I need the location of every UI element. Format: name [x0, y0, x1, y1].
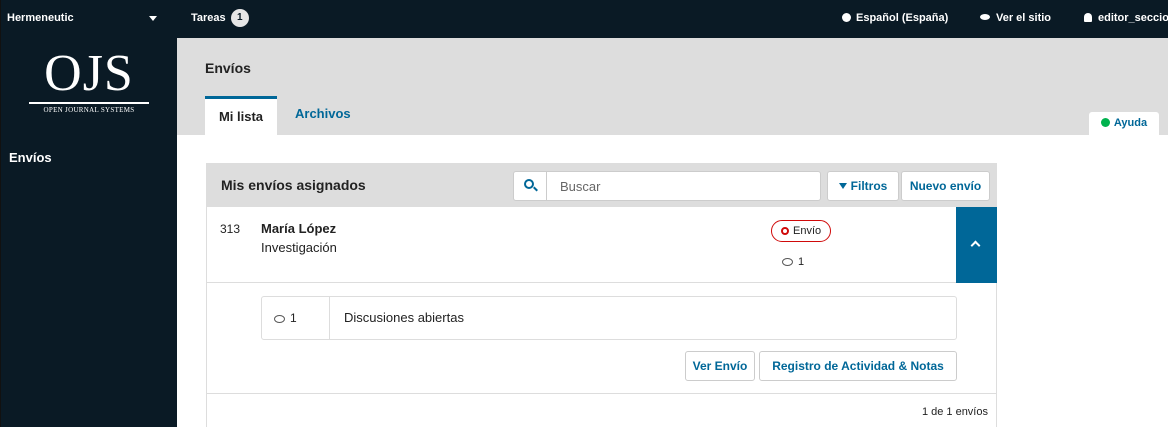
page-title: Envíos [205, 60, 251, 76]
eye-icon [980, 14, 990, 20]
discussions-count: 1 [262, 297, 330, 339]
activity-log-button[interactable]: Registro de Actividad & Notas [759, 351, 957, 381]
tasks-label: Tareas [191, 12, 226, 24]
logo-mark: OJS [44, 45, 134, 102]
chevron-up-icon [970, 240, 981, 251]
search-box [513, 171, 821, 201]
row-discussions-count: 1 [782, 256, 804, 268]
user-icon [1084, 13, 1092, 22]
tasks-button[interactable]: Tareas 1 [191, 8, 249, 28]
tab-archives[interactable]: Archivos [295, 96, 351, 135]
pagination-summary: 1 de 1 envíos [921, 406, 988, 418]
submission-author: María López [261, 221, 337, 236]
view-site-link[interactable]: Ver el sitio [980, 8, 1051, 28]
filter-icon [838, 183, 847, 189]
view-site-label: Ver el sitio [996, 12, 1052, 24]
collapse-row-button[interactable] [956, 207, 997, 283]
stage-label: Envío [793, 225, 822, 237]
top-bar: Hermeneutic Tareas 1 Español (España) Ve… [1, 0, 1168, 38]
username-label: editor_seccion [1098, 12, 1168, 24]
view-submission-button[interactable]: Ver Envío [685, 351, 755, 381]
language-switcher[interactable]: Español (España) [842, 8, 948, 28]
ojs-logo[interactable]: OJS OPEN JOURNAL SYSTEMS [23, 48, 155, 126]
divider [207, 393, 996, 394]
row-comment-count: 1 [798, 256, 805, 268]
language-label: Español (España) [856, 12, 949, 24]
app-frame: Hermeneutic Tareas 1 Español (España) Ve… [0, 0, 1168, 427]
page-header: Envíos Mi lista Archivos Ayuda [177, 38, 1168, 135]
sidebar: OJS OPEN JOURNAL SYSTEMS Envíos [1, 38, 177, 427]
comment-icon [782, 258, 793, 266]
submission-row[interactable]: 313 María López Investigación Envío 1 [207, 207, 997, 283]
info-icon [1100, 118, 1110, 127]
submissions-panel: Mis envíos asignados Filtros Nuevo envío… [206, 163, 997, 427]
comment-icon [274, 315, 285, 323]
context-name: Hermeneutic [7, 12, 74, 24]
user-menu[interactable]: editor_seccion [1084, 8, 1168, 28]
filters-label: Filtros [850, 179, 888, 193]
help-label: Ayuda [1113, 117, 1148, 129]
search-input[interactable] [548, 172, 818, 200]
tab-my-queue[interactable]: Mi lista [205, 96, 277, 135]
open-discussions-box: 1 Discusiones abiertas [261, 296, 957, 340]
logo-rule [29, 102, 149, 104]
search-icon[interactable] [514, 172, 547, 200]
discussions-count-value: 1 [290, 311, 297, 325]
sidebar-item-submissions[interactable]: Envíos [9, 150, 52, 165]
stage-badge: Envío [771, 220, 832, 242]
filters-button[interactable]: Filtros [827, 171, 899, 201]
discussions-label: Discusiones abiertas [344, 310, 464, 325]
logo-text: OPEN JOURNAL SYSTEMS [43, 106, 135, 114]
submission-title: Investigación [261, 240, 337, 255]
caret-down-icon [149, 16, 157, 21]
stage-circle-icon [781, 227, 789, 235]
panel-header: Mis envíos asignados Filtros Nuevo envío [207, 164, 996, 207]
panel-title: Mis envíos asignados [221, 177, 366, 193]
help-button[interactable]: Ayuda [1089, 112, 1159, 135]
submission-id: 313 [220, 222, 241, 236]
globe-icon [842, 13, 851, 22]
context-switcher[interactable]: Hermeneutic [7, 8, 163, 28]
tasks-count-badge: 1 [230, 9, 249, 28]
new-submission-button[interactable]: Nuevo envío [901, 171, 990, 201]
